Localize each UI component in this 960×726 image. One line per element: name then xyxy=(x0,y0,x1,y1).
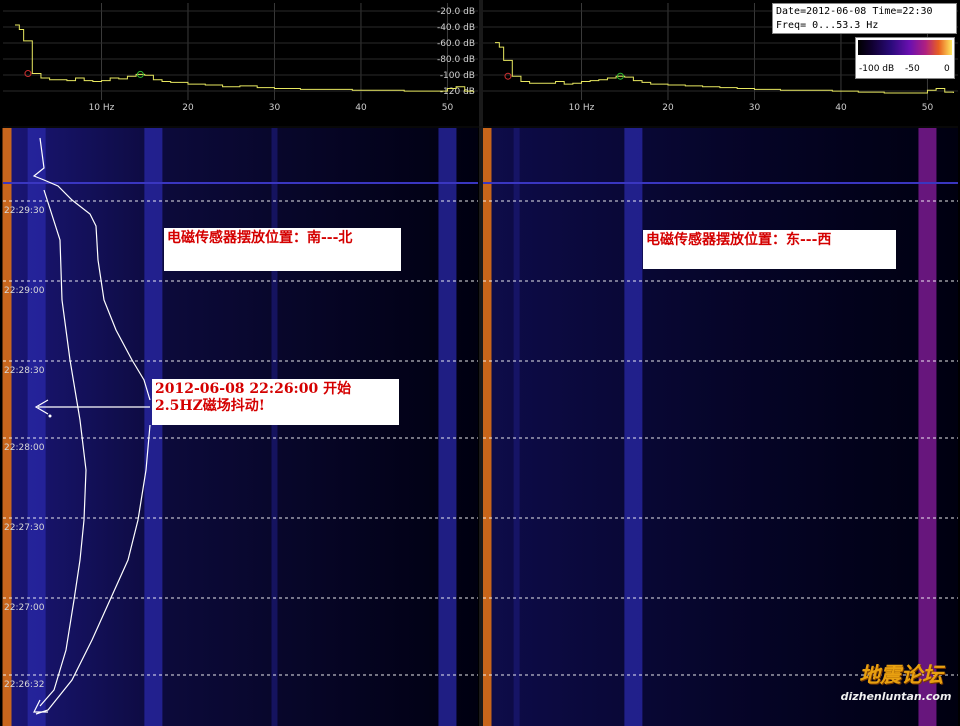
x-tick-label: 20 xyxy=(182,103,194,113)
watermark-title: 地震论坛 xyxy=(859,663,943,687)
time-tick-label: 22:29:00 xyxy=(4,286,45,296)
date-time-readout: Date=2012-06-08 Time=22:30 xyxy=(776,6,933,17)
waterfall-band xyxy=(482,128,492,726)
x-tick-label: 40 xyxy=(355,103,367,113)
spectrogram-chart: -20.0 dB-40.0 dB-60.0 dB-80.0 dB-100 dB-… xyxy=(2,0,958,726)
left-sensor-orientation-label: 电磁传感器摆放位置：南---北 xyxy=(164,228,401,271)
colorbar-legend: -100 dB -50 0 xyxy=(855,37,955,79)
panel-separator xyxy=(3,117,478,127)
x-tick-label: 10 Hz xyxy=(569,103,595,113)
colorbar-label-mid: -50 xyxy=(905,64,920,74)
waterfall-band xyxy=(2,128,12,726)
time-tick-label: 22:28:00 xyxy=(4,443,45,453)
y-tick-label: -20.0 dB xyxy=(437,7,475,17)
colorbar-label-max: 0 xyxy=(944,64,950,74)
time-tick-label: 22:26:32 xyxy=(4,680,44,690)
waterfall-band xyxy=(624,128,643,726)
y-tick-label: -40.0 dB xyxy=(437,23,475,33)
panel-separator xyxy=(483,117,958,127)
waterfall-band xyxy=(513,128,520,726)
colorbar-gradient xyxy=(858,40,952,55)
waterfall-band xyxy=(918,128,937,726)
y-tick-label: -100 dB xyxy=(440,71,475,81)
y-tick-label: -80.0 dB xyxy=(437,55,475,65)
waterfall-band xyxy=(27,128,46,726)
y-tick-label: -120 dB xyxy=(440,87,475,97)
time-tick-label: 22:28:30 xyxy=(4,366,45,376)
right-sensor-orientation-label: 电磁传感器摆放位置：东---西 xyxy=(643,230,896,269)
panel-divider xyxy=(479,0,483,726)
event-arrow-dot xyxy=(48,414,52,418)
waterfall-background-1 xyxy=(483,128,958,726)
x-tick-label: 10 Hz xyxy=(89,103,115,113)
time-tick-label: 22:27:00 xyxy=(4,603,45,613)
waterfall-band xyxy=(438,128,457,726)
event-annotation-line1: 2012-06-08 22:26:00 开始 xyxy=(155,381,352,397)
waterfall-background-0 xyxy=(3,128,478,726)
event-annotation-line2: 2.5HZ磁场抖动! xyxy=(155,398,265,414)
x-tick-label: 50 xyxy=(442,103,454,113)
event-annotation: 2012-06-08 22:26:00 开始 2.5HZ磁场抖动! xyxy=(152,379,399,425)
x-tick-label: 20 xyxy=(662,103,674,113)
x-tick-label: 30 xyxy=(749,103,761,113)
x-tick-label: 40 xyxy=(835,103,847,113)
time-tick-label: 22:27:30 xyxy=(4,523,45,533)
colorbar-label-min: -100 dB xyxy=(859,64,895,74)
info-box: Date=2012-06-08 Time=22:30 Freq= 0...53.… xyxy=(772,3,957,34)
spectrum-viewer: -20.0 dB -40.0 dB -60.0 dB -80.0 dB -100 dB -… xyxy=(0,0,960,726)
y-tick-label: -60.0 dB xyxy=(437,39,475,49)
time-tick-label: 22:29:30 xyxy=(4,206,45,216)
watermark-url: dizhenluntan.com xyxy=(840,690,952,703)
waterfall-band xyxy=(144,128,163,726)
frequency-range-readout: Freq= 0...53.3 Hz xyxy=(776,20,879,31)
x-tick-label: 30 xyxy=(269,103,281,113)
x-tick-label: 50 xyxy=(922,103,934,113)
waterfall-band xyxy=(271,128,278,726)
